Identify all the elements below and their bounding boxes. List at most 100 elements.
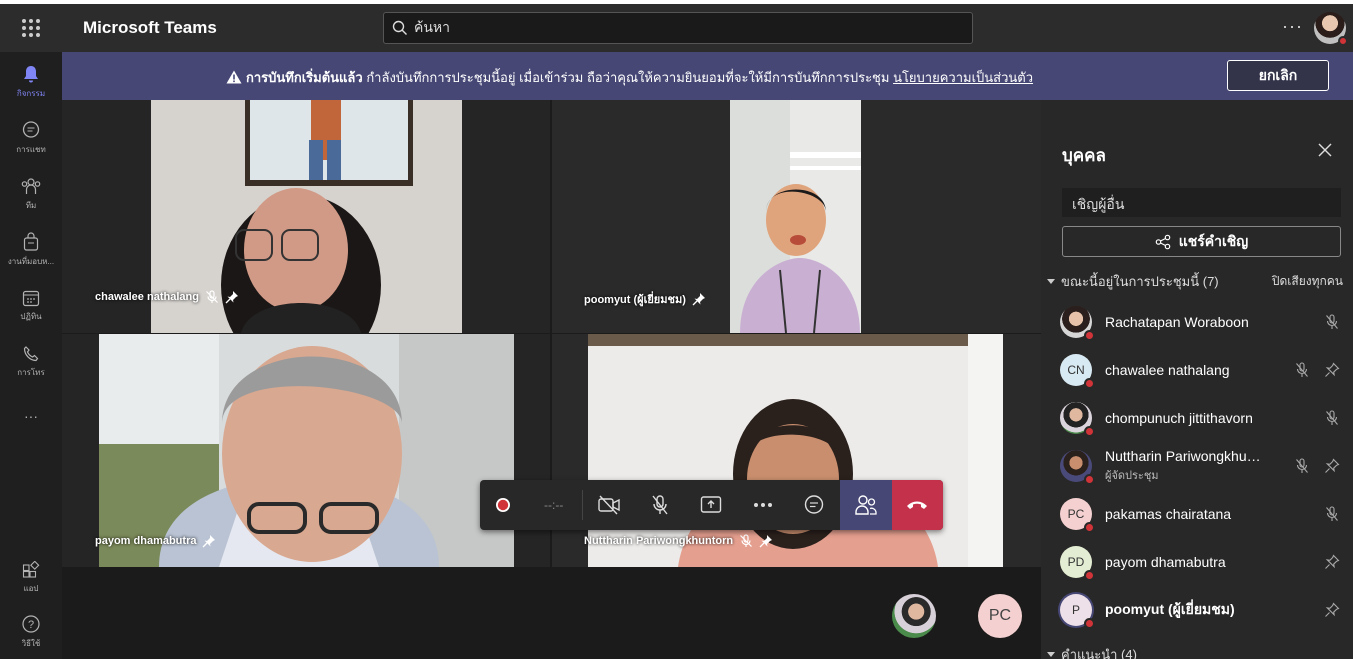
rail-item-apps[interactable]: แอป — [0, 550, 62, 606]
pin-icon[interactable] — [692, 292, 706, 306]
participant-name: chompunuch jittithavorn — [1105, 410, 1253, 426]
participant-list-item[interactable]: CN chawalee nathalang — [1060, 348, 1340, 392]
share-content-button[interactable] — [686, 480, 737, 530]
video-tile[interactable]: poomyut (ผู้เยี่ยมชม) — [552, 100, 1041, 333]
overflow-participant-avatar[interactable]: PC — [978, 594, 1022, 638]
pin-icon[interactable] — [1324, 602, 1340, 618]
avatar-initials: CN — [1067, 363, 1085, 377]
participant-list-item[interactable]: PD payom dhamabutra — [1060, 540, 1340, 584]
participant-list-item[interactable]: Nuttharin Pariwongkhuntorn ผู้จัดประชุม — [1060, 444, 1340, 488]
participant-video — [588, 334, 1003, 567]
pin-icon[interactable] — [1324, 458, 1340, 474]
rail-item-calendar[interactable]: ปฏิทิน — [0, 278, 62, 334]
participant-name: Nuttharin Pariwongkhuntorn — [584, 535, 734, 547]
teams-window: Microsoft Teams ค้นหา ··· กิจกรรม การแชท… — [0, 0, 1353, 659]
participant-list-item[interactable]: P poomyut (ผู้เยี่ยมชม) — [1060, 588, 1340, 632]
invite-people-input[interactable]: เชิญผู้อื่น — [1062, 188, 1341, 217]
camera-off-icon — [597, 495, 620, 515]
recording-banner: การบันทึกเริ่มต้นแล้ว กำลังบันทึกการประช… — [62, 52, 1353, 100]
avatar — [1060, 450, 1095, 485]
show-conversation-button[interactable] — [789, 480, 840, 530]
call-controls: --:-- — [480, 480, 943, 530]
status-dot — [1084, 330, 1095, 341]
mute-all-button[interactable]: ปิดเสียงทุกคน — [1272, 272, 1343, 291]
participant-list-item[interactable]: chompunuch jittithavorn — [1060, 396, 1340, 440]
participant-name: poomyut (ผู้เยี่ยมชม) — [1105, 601, 1235, 617]
avatar: P — [1060, 594, 1095, 629]
share-invite-button[interactable]: แชร์คำเชิญ — [1062, 226, 1341, 257]
participant-info: chompunuch jittithavorn — [1105, 410, 1280, 426]
app-rail: กิจกรรม การแชท ทีม งานที่มอบห... ปฏิทิน … — [0, 52, 62, 659]
status-dot — [1084, 378, 1095, 389]
participant-name-label: poomyut (ผู้เยี่ยมชม) — [584, 290, 706, 308]
rail-item-assignments[interactable]: งานที่มอบห... — [0, 222, 62, 278]
participant-actions — [1280, 362, 1340, 378]
participant-list-item[interactable]: Rachatapan Woraboon — [1060, 300, 1340, 344]
rail-item-teams[interactable]: ทีม — [0, 166, 62, 222]
video-tile[interactable]: chawalee nathalang — [62, 100, 550, 333]
video-tile[interactable]: payom dhamabutra — [62, 334, 550, 567]
rail-label: แอป — [23, 584, 39, 593]
video-feed — [99, 334, 514, 567]
pin-icon[interactable] — [202, 534, 216, 548]
leave-call-button[interactable] — [891, 480, 943, 530]
panel-title: บุคคล — [1062, 146, 1106, 165]
settings-more-button[interactable]: ··· — [1282, 16, 1303, 37]
participant-info: poomyut (ผู้เยี่ยมชม) — [1105, 599, 1280, 621]
share-icon — [1155, 234, 1171, 249]
chevron-down-icon — [1047, 278, 1055, 284]
status-dot — [1084, 426, 1095, 437]
pin-icon[interactable] — [1324, 362, 1340, 378]
mic-off-icon — [1294, 362, 1310, 378]
avatar — [1060, 402, 1095, 437]
mic-toggle-button[interactable] — [634, 480, 685, 530]
rail-more-button[interactable]: ··· — [0, 388, 62, 444]
profile-avatar[interactable] — [1314, 12, 1348, 46]
mic-off-icon — [1324, 506, 1340, 522]
privacy-policy-link[interactable]: นโยบายความเป็นส่วนตัว — [893, 70, 1033, 85]
app-launcher-button[interactable] — [0, 4, 62, 52]
participant-info: pakamas chairatana — [1105, 506, 1280, 522]
rail-item-activity[interactable]: กิจกรรม — [0, 54, 62, 110]
participant-info: Nuttharin Pariwongkhuntorn ผู้จัดประชุม — [1105, 448, 1280, 484]
pin-icon[interactable] — [225, 290, 239, 304]
suggestions-label: คำแนะนำ (4) — [1061, 647, 1137, 659]
share-screen-icon — [701, 496, 722, 513]
cancel-recording-button[interactable]: ยกเลิก — [1227, 60, 1329, 91]
video-tile[interactable]: Nuttharin Pariwongkhuntorn — [552, 334, 1041, 567]
rail-item-help[interactable]: ? วิธีใช้ — [0, 604, 62, 659]
participant-name: poomyut (ผู้เยี่ยมชม) — [584, 294, 686, 306]
avatar-initials: P — [1071, 603, 1080, 617]
status-dot — [1084, 570, 1095, 581]
search-placeholder: ค้นหา — [414, 19, 451, 35]
participant-name: payom dhamabutra — [95, 535, 197, 547]
overflow-participant-avatar[interactable] — [892, 594, 936, 638]
mic-off-icon — [1324, 314, 1340, 330]
show-participants-button[interactable] — [840, 480, 892, 530]
mic-off-icon — [1324, 410, 1340, 426]
participant-name: Rachatapan Woraboon — [1105, 314, 1249, 330]
suggestions-section-header[interactable]: คำแนะนำ (4) — [1047, 644, 1343, 659]
rail-item-calls[interactable]: การโทร — [0, 334, 62, 390]
teams-icon — [21, 178, 41, 194]
camera-toggle-button[interactable] — [583, 480, 634, 530]
participant-actions — [1280, 602, 1340, 618]
search-icon — [392, 20, 407, 35]
search-input[interactable]: ค้นหา — [383, 12, 973, 44]
participant-list-item[interactable]: PC pakamas chairatana — [1060, 492, 1340, 536]
more-actions-button[interactable] — [737, 480, 788, 530]
pin-icon[interactable] — [759, 534, 773, 548]
close-panel-button[interactable] — [1317, 142, 1333, 163]
video-feed — [588, 334, 1003, 567]
warning-icon — [226, 70, 242, 84]
participant-actions — [1280, 506, 1340, 522]
rail-item-chat[interactable]: การแชท — [0, 110, 62, 166]
avatar-initials: PC — [988, 607, 1012, 624]
in-meeting-section-header[interactable]: ขณะนี้อยู่ในการประชุมนี้ (7) ปิดเสียงทุก… — [1047, 271, 1343, 292]
pin-icon[interactable] — [1324, 554, 1340, 570]
phone-icon — [23, 346, 39, 362]
recording-indicator — [480, 480, 526, 530]
participant-name-label: Nuttharin Pariwongkhuntorn — [584, 534, 773, 548]
rail-label: ปฏิทิน — [20, 312, 42, 321]
hang-up-icon — [907, 501, 928, 509]
